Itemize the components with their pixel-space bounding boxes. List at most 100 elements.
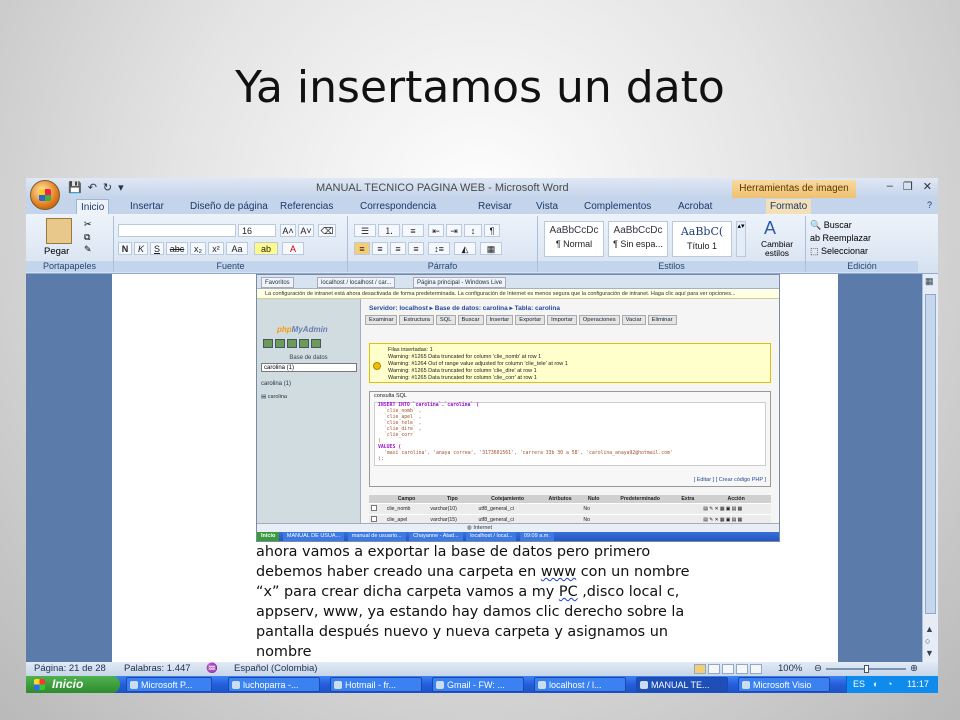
draft-icon[interactable] <box>750 664 762 674</box>
sql-query-box: consulta SQL INSERT INTO `carolina`.`car… <box>369 391 771 487</box>
change-case-icon[interactable]: Aa <box>226 242 248 255</box>
web-layout-icon[interactable] <box>722 664 734 674</box>
scroll-down-icon[interactable]: ▼ <box>925 648 934 658</box>
increase-indent-icon[interactable]: ⇥ <box>446 224 462 237</box>
tab-insertar[interactable]: Insertar <box>126 199 168 214</box>
windows-taskbar: Inicio Microsoft P... luchoparra -... Ho… <box>26 676 938 693</box>
print-layout-icon[interactable] <box>694 664 706 674</box>
paste-button[interactable]: Pegar <box>44 246 69 257</box>
sort-icon[interactable]: ↕ <box>464 224 482 237</box>
customize-qat-icon[interactable]: ▾ <box>118 181 124 194</box>
underline-button[interactable]: S <box>150 242 164 255</box>
tab-correspondencia[interactable]: Correspondencia <box>356 199 440 214</box>
taskbar-item[interactable]: Microsoft Visio <box>738 677 830 692</box>
language-indicator[interactable]: ES <box>853 676 865 693</box>
taskbar-item[interactable]: Hotmail - fr... <box>330 677 422 692</box>
outline-icon[interactable] <box>736 664 748 674</box>
scroll-up-icon[interactable]: ▲ <box>925 624 934 634</box>
bullets-icon[interactable]: ☰ <box>354 224 376 237</box>
tab-acrobat[interactable]: Acrobat <box>674 199 716 214</box>
format-painter-icon[interactable]: ✎ <box>84 244 92 255</box>
strikethrough-icon[interactable]: abc <box>166 242 188 255</box>
page-count[interactable]: Página: 21 de 28 <box>34 662 106 676</box>
style-title-1[interactable]: AaBbC( Título 1 <box>672 221 732 257</box>
document-page[interactable]: Favoritos localhost / localhost / car...… <box>112 274 838 662</box>
cut-icon[interactable]: ✂ <box>84 219 92 230</box>
full-screen-reading-icon[interactable] <box>708 664 720 674</box>
show-marks-icon[interactable]: ¶ <box>484 224 500 237</box>
tab-formato[interactable]: Formato <box>766 199 812 214</box>
word-count[interactable]: Palabras: 1.447 <box>124 662 191 676</box>
shrink-font-icon[interactable]: A˅ <box>298 224 314 237</box>
redo-icon[interactable]: ↻ <box>103 181 112 194</box>
style-normal[interactable]: AaBbCcDc ¶ Normal <box>544 221 604 257</box>
align-right-icon[interactable]: ≡ <box>390 242 406 255</box>
tab-complementos[interactable]: Complementos <box>580 199 655 214</box>
numbering-icon[interactable]: ⒈ <box>378 224 400 237</box>
taskbar-item[interactable]: Microsoft P... <box>126 677 212 692</box>
subscript-icon[interactable]: x₂ <box>190 242 206 255</box>
style-name: ¶ Sin espa... <box>613 239 663 249</box>
document-text[interactable]: ahora vamos a exportar la base de datos … <box>256 542 816 662</box>
office-button[interactable] <box>30 180 60 210</box>
zoom-slider-handle[interactable] <box>864 665 869 673</box>
change-styles-icon[interactable]: A <box>764 218 776 239</box>
undo-icon[interactable]: ↶ <box>88 181 97 194</box>
clear-format-icon[interactable]: ⌫ <box>318 224 336 237</box>
font-color-icon[interactable]: A <box>282 242 304 255</box>
start-button[interactable]: Inicio <box>26 676 120 693</box>
styles-scroll[interactable]: ▴▾ <box>736 221 746 257</box>
line-spacing-icon[interactable]: ↕≡ <box>428 242 450 255</box>
proofing-icon[interactable]: ♒ <box>206 662 218 676</box>
zoom-out-icon[interactable]: ⊖ <box>814 662 822 676</box>
copy-icon[interactable]: ⧉ <box>84 232 90 243</box>
taskbar-item-active[interactable]: MANUAL TE... <box>636 677 728 692</box>
font-size-box[interactable]: 16 <box>238 224 276 237</box>
superscript-icon[interactable]: x² <box>208 242 224 255</box>
highlight-icon[interactable]: ab <box>254 242 278 255</box>
language[interactable]: Español (Colombia) <box>234 662 317 676</box>
justify-icon[interactable]: ≡ <box>408 242 424 255</box>
style-no-spacing[interactable]: AaBbCcDc ¶ Sin espa... <box>608 221 668 257</box>
browse-object-icon[interactable]: ○ <box>925 636 930 646</box>
help-icon[interactable]: ? <box>927 200 932 210</box>
save-icon[interactable]: 💾 <box>68 181 82 194</box>
tab-inicio[interactable]: Inicio <box>76 199 110 214</box>
spellcheck-word: PC <box>558 584 578 600</box>
tab-vista[interactable]: Vista <box>532 199 562 214</box>
zoom-level[interactable]: 100% <box>778 662 802 676</box>
tray-icon[interactable]: ◐ <box>873 676 878 693</box>
grow-font-icon[interactable]: A˄ <box>280 224 296 237</box>
volume-icon[interactable]: ◔ <box>887 676 892 693</box>
change-styles-button[interactable]: Cambiar estilos <box>750 240 804 258</box>
italic-button[interactable]: K <box>134 242 148 255</box>
select-button[interactable]: ⬚ Seleccionar <box>810 246 868 257</box>
vertical-scrollbar[interactable]: ▦ ▲ ○ ▼ <box>922 274 938 662</box>
paste-icon[interactable] <box>46 218 72 244</box>
taskbar-item[interactable]: luchoparra -... <box>228 677 320 692</box>
find-button[interactable]: 🔍 Buscar <box>810 220 852 231</box>
minimize-icon[interactable]: – <box>887 180 893 193</box>
replace-button[interactable]: ab Reemplazar <box>810 233 871 243</box>
decrease-indent-icon[interactable]: ⇤ <box>428 224 444 237</box>
taskbar-item[interactable]: localhost / l... <box>534 677 626 692</box>
tab-diseno[interactable]: Diseño de página <box>186 199 272 214</box>
tab-referencias[interactable]: Referencias <box>276 199 337 214</box>
ruler-toggle-icon[interactable]: ▦ <box>925 276 934 287</box>
scroll-thumb[interactable] <box>925 294 936 614</box>
font-name-box[interactable] <box>118 224 236 237</box>
multilevel-list-icon[interactable]: ≡ <box>402 224 424 237</box>
taskbar-item[interactable]: Gmail - FW: ... <box>432 677 524 692</box>
bold-button[interactable]: N <box>118 242 132 255</box>
zoom-in-icon[interactable]: ⊕ <box>910 662 918 676</box>
align-left-icon[interactable]: ≡ <box>354 242 370 255</box>
close-icon[interactable]: ✕ <box>923 180 932 193</box>
ribbon-tabs: Inicio Insertar Diseño de página Referen… <box>26 198 938 214</box>
tab-revisar[interactable]: Revisar <box>474 199 516 214</box>
borders-icon[interactable]: ▦ <box>480 242 502 255</box>
shading-icon[interactable]: ◭ <box>454 242 476 255</box>
pma-tab: Vaciar <box>621 315 646 325</box>
restore-icon[interactable]: ❐ <box>903 180 913 193</box>
table-header: Predeterminado <box>605 495 675 504</box>
align-center-icon[interactable]: ≡ <box>372 242 388 255</box>
